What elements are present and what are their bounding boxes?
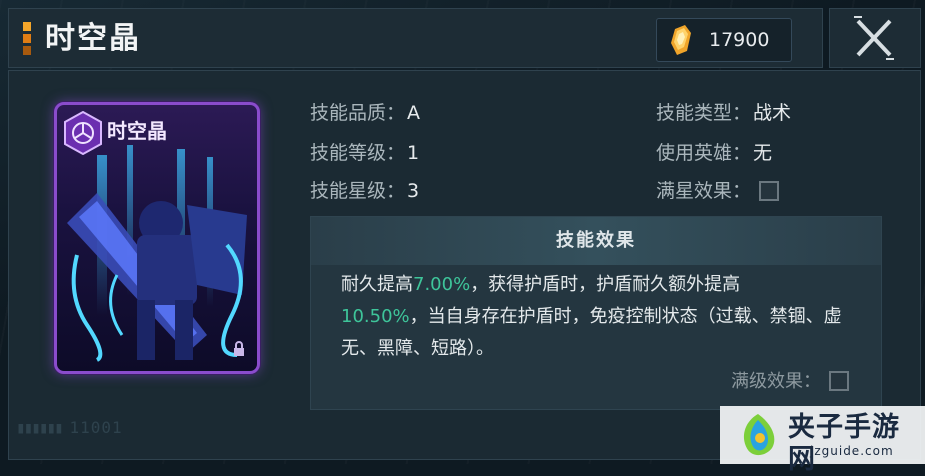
stat-level: 技能等级： 1 [310, 142, 420, 164]
max-level-checkbox[interactable] [829, 371, 849, 391]
effect-description: 耐久提高7.00%，获得护盾时，护盾耐久额外提高 10.50%，当自身存在护盾时，… [341, 274, 842, 359]
stat-hero: 使用英雄：无 [656, 142, 773, 164]
close-area [829, 8, 921, 68]
currency-display[interactable]: 17900 [656, 18, 792, 62]
lock-icon [234, 341, 244, 356]
skill-effect-box: 技能效果 耐久提高7.00%，获得护盾时，护盾耐久额外提高 10.50%，当自身存… [310, 216, 882, 410]
crystal-icon [671, 25, 691, 55]
serial-number: ▮▮▮▮▮▮ 11001 [16, 418, 123, 437]
watermark-url: jzguide.com [810, 444, 894, 458]
close-icon[interactable] [850, 15, 898, 61]
stat-type: 技能类型： 战术 [656, 102, 792, 124]
title-accent [23, 22, 31, 56]
max-star-checkbox[interactable] [759, 181, 780, 201]
skill-card[interactable]: 时空晶 [54, 102, 260, 374]
page-title: 时空晶 [45, 21, 141, 56]
card-name: 时空晶 [107, 119, 167, 143]
watermark: 夹子手游网 jzguide.com [720, 406, 925, 475]
stat-max-star-effect: 满星效果： [656, 178, 780, 204]
effect-title: 技能效果 [556, 230, 636, 251]
effect-header: 技能效果 [311, 217, 881, 265]
stat-quality: 技能品质： A [310, 102, 421, 124]
tactical-skill-icon [64, 111, 102, 155]
max-level-effect: 满级效果： [731, 369, 849, 395]
stat-stars: 技能星级： 3 [310, 180, 420, 202]
currency-amount: 17900 [709, 29, 770, 51]
watermark-logo-icon [743, 414, 775, 456]
